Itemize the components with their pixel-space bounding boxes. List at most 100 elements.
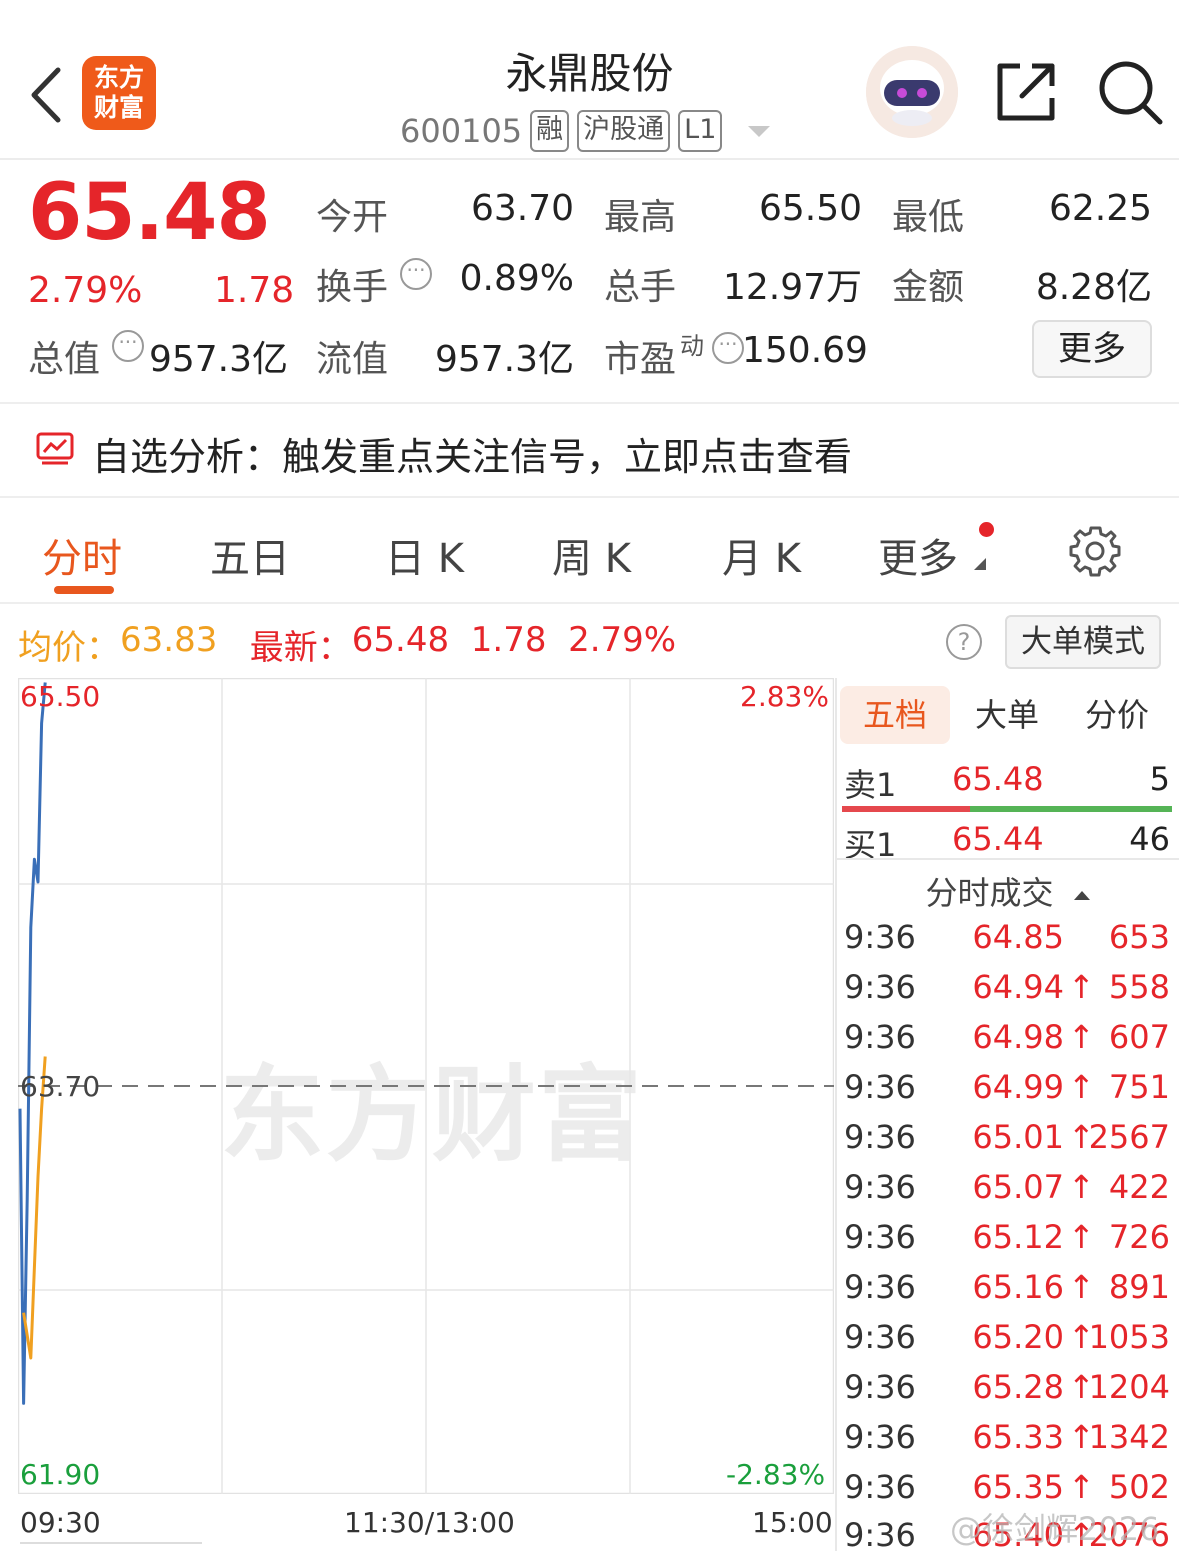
chevron-down-icon[interactable]: [748, 125, 771, 137]
help-icon[interactable]: ?: [946, 624, 982, 660]
search-icon[interactable]: [1096, 58, 1164, 126]
active-tab-indicator: [54, 586, 114, 594]
trade-price: 65.16: [972, 1268, 1064, 1306]
open-label: 今开: [316, 197, 389, 238]
trade-volume: 422: [1108, 1168, 1170, 1206]
sell1-price: 65.48: [952, 760, 1044, 798]
trade-row: 9:36 65.07 ↑ 422: [844, 1168, 1170, 1218]
buy1-volume: 46: [1129, 820, 1170, 858]
tab-five-day[interactable]: 五日: [210, 526, 290, 584]
chart-series-group: [18, 682, 47, 1405]
info-dots-icon[interactable]: [712, 328, 744, 364]
amount-value: 8.28亿: [1035, 267, 1152, 308]
trade-volume: 1204: [1088, 1368, 1170, 1406]
stock-code: 600105: [400, 112, 523, 150]
divider: [0, 602, 1179, 604]
intraday-info-row: 均价： 63.83 最新： 65.48 1.78 2.79%: [18, 620, 676, 669]
header: 东方 财富 永鼎股份 600105 融 沪股通 L1: [0, 0, 1179, 160]
analysis-banner[interactable]: 自选分析：触发重点关注信号，立即点击查看: [92, 426, 852, 481]
change-percent: 2.79%: [28, 270, 143, 311]
high-value: 65.50: [758, 188, 862, 229]
market-cap-value: 957.3亿: [148, 339, 288, 380]
sort-up-icon: [1073, 890, 1090, 900]
trade-price: 64.98: [972, 1018, 1064, 1056]
share-icon[interactable]: [994, 60, 1058, 124]
trade-row: 9:36 64.99 ↑ 751: [844, 1068, 1170, 1118]
tab-daily-k[interactable]: 日 K: [385, 526, 464, 584]
trade-price: 64.85: [972, 918, 1064, 956]
settings-gear-icon[interactable]: [1068, 524, 1122, 578]
sell1-volume: 5: [1149, 760, 1170, 798]
info-dots-icon[interactable]: [400, 254, 432, 290]
market-cap-label: 总值: [28, 339, 101, 380]
dropdown-corner-icon: [974, 558, 986, 570]
level1-tag: L1: [678, 110, 723, 152]
trade-row: 9:36 65.20 ↑ 1053: [844, 1318, 1170, 1368]
trade-volume: 607: [1108, 1018, 1170, 1056]
y-axis-bottom-left: 61.90: [20, 1458, 101, 1491]
current-price: 65.48: [28, 168, 271, 258]
turnover-value: 0.89%: [459, 258, 574, 299]
buy-strength-bar: [970, 806, 1172, 812]
trade-time: 9:36: [844, 918, 916, 956]
scroll-indicator: [20, 1542, 202, 1544]
time-label-end: 15:00: [752, 1506, 833, 1539]
trade-row: 9:36 64.94 ↑ 558: [844, 968, 1170, 1018]
tab-order-book-five[interactable]: 五档: [840, 686, 950, 744]
trade-time: 9:36: [844, 1118, 916, 1156]
trade-direction: ↑: [1068, 1168, 1095, 1206]
trade-row: 9:36 65.01 ↑ 2567: [844, 1118, 1170, 1168]
trade-row: 9:36 65.16 ↑ 891: [844, 1268, 1170, 1318]
trade-direction: ↑: [1068, 968, 1095, 1006]
trade-price: 65.07: [972, 1168, 1064, 1206]
latest-change-amount: 1.78: [470, 620, 547, 660]
trade-direction: ↑: [1068, 1468, 1095, 1506]
tab-weekly-k[interactable]: 周 K: [552, 526, 631, 584]
trade-price: 65.01: [972, 1118, 1064, 1156]
turnover-label: 换手: [316, 267, 389, 308]
trade-row: 9:36 64.98 ↑ 607: [844, 1018, 1170, 1068]
pe-label: 市盈: [604, 339, 677, 380]
avg-price-label: 均价：: [18, 628, 120, 668]
trade-time: 9:36: [844, 1418, 916, 1456]
sell-strength-bar: [842, 806, 970, 812]
trade-row: 9:36 65.12 ↑ 726: [844, 1218, 1170, 1268]
avg-price-value: 63.83: [120, 620, 218, 660]
ai-assistant-icon[interactable]: [866, 46, 958, 138]
trade-volume: 1342: [1088, 1418, 1170, 1456]
trade-time: 9:36: [844, 968, 916, 1006]
margin-tag: 融: [530, 110, 570, 152]
trade-volume: 502: [1108, 1468, 1170, 1506]
time-label-start: 09:30: [20, 1506, 101, 1539]
trade-price: 64.99: [972, 1068, 1064, 1106]
tab-intraday[interactable]: 分时: [42, 526, 122, 584]
trade-price: 65.28: [972, 1368, 1064, 1406]
big-order-mode-button[interactable]: 大单模式: [1005, 615, 1161, 669]
trade-volume: 726: [1108, 1218, 1170, 1256]
trade-time: 9:36: [844, 1018, 916, 1056]
weibo-watermark: @徐剑辉2026: [950, 1510, 1160, 1548]
intraday-chart[interactable]: [18, 678, 834, 1494]
tab-more[interactable]: 更多: [878, 526, 958, 584]
more-quote-button[interactable]: 更多: [1032, 320, 1152, 378]
low-label: 最低: [892, 197, 965, 238]
open-value: 63.70: [470, 188, 574, 229]
pe-value: 150.69: [742, 330, 868, 371]
sell1-label: 卖1: [844, 766, 897, 804]
float-cap-label: 流值: [316, 339, 389, 380]
notification-dot: [979, 522, 994, 537]
trade-time: 9:36: [844, 1318, 916, 1356]
tab-big-orders[interactable]: 大单: [952, 686, 1062, 744]
y-axis-top-left: 65.50: [20, 680, 101, 713]
trade-time: 9:36: [844, 1516, 916, 1551]
tab-monthly-k[interactable]: 月 K: [722, 526, 801, 584]
trade-volume: 751: [1108, 1068, 1170, 1106]
tab-price-distribution[interactable]: 分价: [1062, 686, 1172, 744]
trade-price: 65.33: [972, 1418, 1064, 1456]
chart-analysis-icon: [36, 432, 74, 465]
sell1-row: 卖1 65.48 5: [844, 760, 1170, 806]
trades-header[interactable]: 分时成交: [836, 868, 1179, 914]
stock-code-row[interactable]: 600105 融 沪股通 L1: [400, 108, 771, 154]
info-dots-icon[interactable]: [112, 326, 144, 362]
trade-time: 9:36: [844, 1368, 916, 1406]
